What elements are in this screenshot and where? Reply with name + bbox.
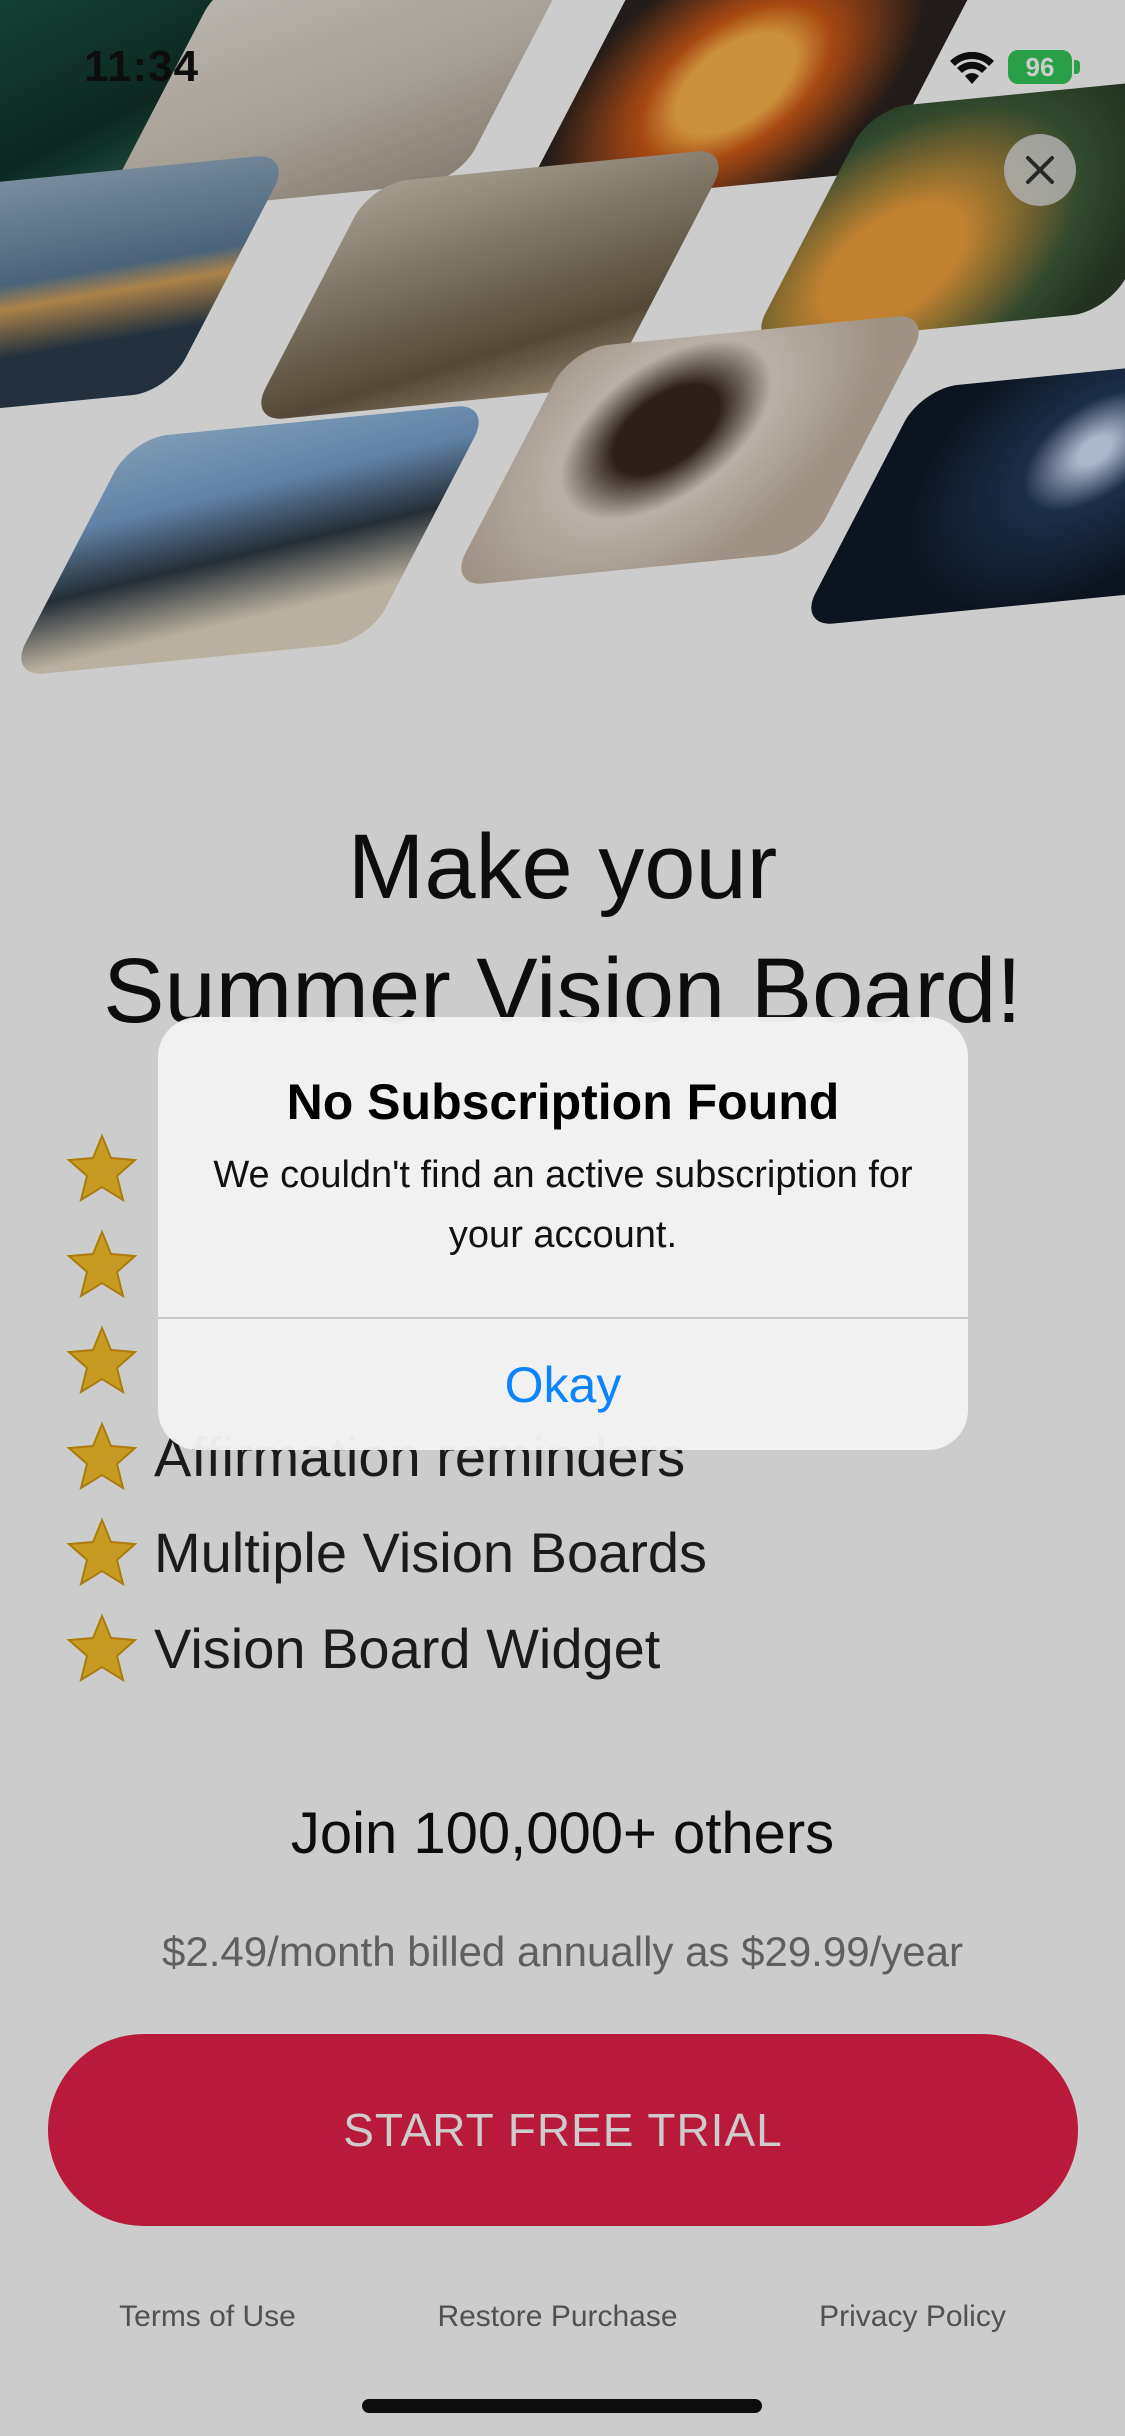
alert-message: We couldn't find an active subscription … [213,1154,913,1256]
alert-title: No Subscription Found [286,1074,840,1130]
okay-button[interactable]: Okay [158,1319,968,1450]
alert-dialog: No Subscription Found We couldn't find a… [158,1017,968,1450]
paywall-screen: 11:34 96 Make your Summer Vision Board! [0,0,1125,2436]
okay-button-label: Okay [504,1356,622,1413]
